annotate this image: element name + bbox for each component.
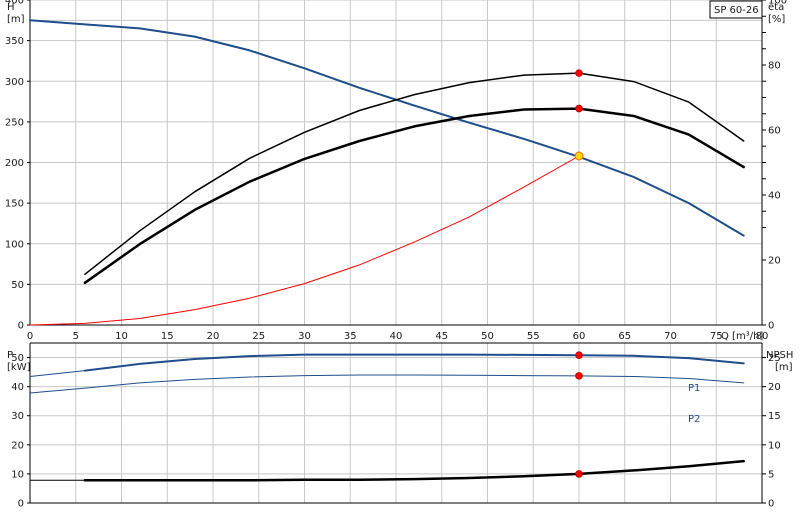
p2-series-label: P2: [688, 414, 700, 425]
bottom-point-marker: [575, 351, 583, 360]
x-tick-label: 0: [27, 331, 33, 342]
top-point-marker: [575, 104, 583, 113]
bottom-right-axis-unit: [m]: [775, 362, 793, 373]
top-left-tick-label: 150: [5, 199, 24, 210]
bottom-npsh-curve: [83, 459, 745, 482]
bottom-right-tick-label: 5: [768, 469, 774, 480]
top-left-tick-label: 50: [11, 280, 24, 291]
top-panel-grid: [29, 0, 766, 326]
top-panel-series: [29, 19, 745, 326]
bottom-left-axis-unit: [kW]: [7, 362, 31, 373]
x-tick-label: 15: [161, 331, 174, 342]
x-tick-label: 70: [664, 331, 677, 342]
top-point-marker: [575, 69, 583, 77]
x-tick-label: 60: [573, 331, 586, 342]
top-right-axis-name: eta: [768, 2, 784, 13]
bottom-point-marker: [575, 372, 583, 380]
bottom-right-axis-name: NPSH: [766, 350, 793, 361]
top-left-tick-label: 300: [5, 77, 24, 88]
x-tick-label: 35: [344, 331, 357, 342]
x-tick-label: 30: [298, 331, 311, 342]
top-left-tick-label: 250: [5, 117, 24, 128]
p1-series-label: P1: [688, 383, 700, 394]
bottom-power-extension: [29, 387, 85, 394]
bottom-left-tick-label: 10: [11, 469, 24, 480]
x-axis-label: Q [m³/h]: [721, 331, 763, 342]
x-tick-label: 10: [115, 331, 128, 342]
top-left-tick-label: 350: [5, 36, 24, 47]
top-duty-marker: [574, 151, 584, 161]
top-left-axis-unit: [m]: [7, 14, 25, 25]
bottom-left-tick-label: 30: [11, 411, 24, 422]
x-tick-label: 45: [435, 331, 448, 342]
bottom-right-tick-label: 10: [768, 440, 781, 451]
x-tick-label: 40: [390, 331, 403, 342]
bottom-left-tick-label: 20: [11, 440, 24, 451]
top-left-tick-label: 0: [18, 321, 24, 332]
top-right-tick-label: 20: [768, 256, 781, 267]
top-left-tick-label: 100: [5, 239, 24, 250]
x-tick-label: 20: [207, 331, 220, 342]
top-right-tick-label: 60: [768, 126, 781, 137]
bottom-power-extension: [29, 370, 85, 377]
top-right-tick-label: 0: [768, 321, 774, 332]
bottom-left-axis-name: P: [7, 350, 13, 361]
top-right-axis-unit: [%]: [768, 14, 785, 25]
bottom-right-tick-label: 0: [768, 499, 774, 510]
bottom-left-tick-label: 0: [18, 499, 24, 510]
x-tick-label: 50: [481, 331, 494, 342]
bottom-right-tick-label: 15: [768, 411, 781, 422]
x-tick-label: 55: [527, 331, 540, 342]
bottom-right-tick-label: 20: [768, 382, 781, 393]
pump-curve-chart: 0501001502002503003504000204060801000 5 10…: [5, 0, 793, 510]
x-tick-label: 25: [252, 331, 265, 342]
bottom-p2-curve: [84, 374, 745, 389]
top-left-axis-name: H: [7, 2, 15, 13]
top-right-tick-label: 80: [768, 61, 781, 72]
x-tick-label: 65: [618, 331, 631, 342]
top-right-tick-label: 40: [768, 191, 781, 202]
top-left-tick-label: 200: [5, 158, 24, 169]
bottom-left-tick-label: 40: [11, 382, 24, 393]
bottom-p1-curve: [83, 353, 745, 372]
top-efficiency-lower-curve: [83, 107, 745, 285]
title-box-label: SP 60-26: [714, 5, 759, 16]
bottom-panel-series: [29, 353, 745, 482]
x-tick-label: 5: [73, 331, 79, 342]
bottom-point-marker: [575, 470, 583, 478]
